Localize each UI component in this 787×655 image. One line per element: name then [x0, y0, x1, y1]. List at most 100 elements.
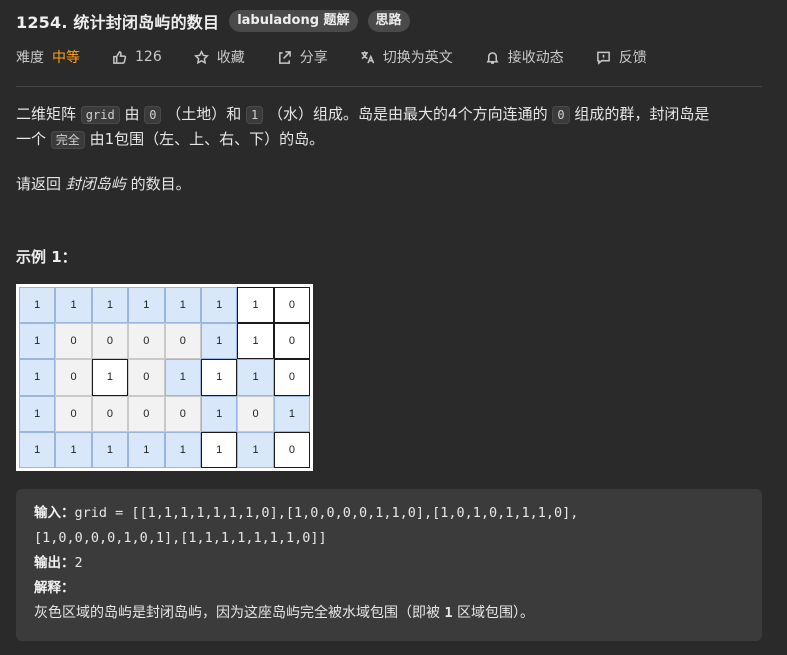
grid-cell: 1 [19, 431, 56, 468]
grid-cell: 1 [237, 287, 274, 324]
example-grid-image: 1111111010000110101011101000010111111110 [16, 284, 313, 471]
tag-hint[interactable]: 思路 [367, 10, 410, 32]
grid-cell: 1 [91, 359, 129, 396]
explain-text-b: 区域包围）。 [452, 605, 535, 621]
output-line: 输出：2 [34, 551, 744, 576]
grid-cell: 1 [237, 323, 274, 360]
favorite-label: 收藏 [216, 50, 245, 66]
grid-cell: 0 [164, 395, 201, 432]
feedback-button[interactable]: 反馈 [596, 47, 647, 67]
grid-cell: 1 [237, 359, 274, 396]
grid-cell: 0 [164, 323, 201, 360]
thumbs-up-icon [113, 50, 127, 64]
grid-cell: 1 [19, 359, 56, 396]
grid-cell: 1 [200, 323, 238, 360]
desc-text: （水）组成。岛是由最大的4个方向连通的 [263, 105, 553, 123]
share-button[interactable]: 分享 [277, 47, 328, 67]
feedback-icon [596, 51, 610, 65]
input-label: 输入： [34, 505, 75, 521]
switch-language-label: 切换为英文 [382, 50, 453, 66]
grid-cell: 0 [237, 395, 274, 432]
explain-label: 解释： [34, 580, 75, 596]
grid-cell: 1 [200, 359, 238, 396]
star-icon [193, 49, 209, 64]
desc-text: 组成的群，封闭岛是 [569, 105, 710, 123]
grid-cell: 0 [273, 431, 311, 468]
description-paragraph-2: 请返回 封闭岛屿 的数目。 [16, 172, 766, 196]
example-grid: 1111111010000110101011101000010111111110 [19, 287, 311, 468]
like-count: 126 [135, 49, 162, 65]
explain-line: 解释： [34, 576, 744, 601]
grid-cell: 1 [273, 395, 311, 432]
grid-cell: 1 [19, 287, 56, 324]
output-label: 输出： [34, 555, 75, 571]
favorite-button[interactable]: 收藏 [193, 47, 245, 67]
output-value: 2 [74, 555, 83, 571]
grid-cell: 0 [128, 359, 165, 396]
example-title: 示例 1： [16, 248, 77, 266]
grid-cell: 0 [91, 323, 129, 360]
emphasis-closed-island: 封闭岛屿 [65, 175, 126, 193]
desc-text: 一个 [16, 130, 51, 148]
desc-text: 由1包围（左、上、右、下）的岛。 [84, 130, 325, 148]
grid-cell: 1 [164, 359, 201, 396]
bell-icon [486, 51, 499, 64]
switch-language-button[interactable]: 切换为英文 [360, 47, 453, 67]
grid-cell: 0 [55, 395, 92, 432]
grid-cell: 1 [19, 395, 56, 432]
grid-cell: 1 [200, 287, 238, 324]
meta-row: 难度 中等 126 收藏 分享 切换为英文 接收动态 反馈 [16, 45, 647, 69]
problem-description: 二维矩阵 grid 由 0 （土地）和 1 （水）组成。岛是由最大的4个方向连通… [16, 102, 766, 196]
grid-cell: 0 [91, 395, 129, 432]
grid-cell: 0 [128, 323, 165, 360]
code-one: 1 [246, 106, 264, 124]
code-grid: grid [80, 106, 120, 124]
difficulty-value: 中等 [52, 50, 80, 66]
grid-cell: 1 [200, 431, 238, 468]
tag-labuladong[interactable]: labuladong 题解 [229, 10, 358, 32]
grid-cell: 0 [55, 359, 92, 396]
description-paragraph-1: 二维矩阵 grid 由 0 （土地）和 1 （水）组成。岛是由最大的4个方向连通… [16, 102, 766, 152]
grid-cell: 0 [273, 359, 311, 396]
grid-cell: 0 [273, 287, 311, 324]
explain-code: 1 [444, 605, 453, 621]
follow-label: 接收动态 [507, 50, 564, 66]
grid-cell: 0 [128, 395, 165, 432]
grid-cell: 0 [273, 323, 311, 360]
grid-cell: 1 [19, 323, 56, 360]
like-button[interactable]: 126 [112, 49, 162, 65]
grid-cell: 1 [55, 287, 92, 324]
grid-cell: 1 [91, 287, 129, 324]
code-zero-2: 0 [552, 106, 570, 124]
grid-cell: 1 [237, 431, 274, 468]
input-line: 输入：grid = [[1,1,1,1,1,1,1,0],[1,0,0,0,0,… [34, 501, 744, 526]
example-code-block: 输入：grid = [[1,1,1,1,1,1,1,0],[1,0,0,0,0,… [16, 489, 762, 641]
desc-text: 的数目。 [125, 175, 191, 193]
code-zero: 0 [144, 106, 162, 124]
follow-button[interactable]: 接收动态 [485, 47, 564, 67]
grid-cell: 1 [91, 431, 129, 468]
desc-text: 请返回 [16, 175, 66, 193]
code-full: 完全 [50, 131, 85, 149]
input-value-2: [1,0,0,0,0,1,0,1],[1,1,1,1,1,1,1,0]] [34, 530, 327, 546]
desc-text: 二维矩阵 [16, 105, 81, 123]
desc-text: 由 [119, 105, 145, 123]
grid-cell: 1 [128, 287, 165, 324]
translate-icon [361, 50, 375, 63]
grid-cell: 1 [164, 431, 201, 468]
divider [16, 86, 762, 87]
title-row: 1254. 统计封闭岛屿的数目 labuladong 题解 思路 [16, 8, 410, 34]
share-label: 分享 [299, 50, 328, 66]
desc-text: （土地）和 [161, 105, 247, 123]
grid-cell: 1 [200, 395, 238, 432]
explain-text-a: 灰色区域的岛屿是封闭岛屿，因为这座岛屿完全被水域包围（即被 [34, 605, 445, 621]
difficulty-label: 难度 [16, 50, 44, 66]
feedback-label: 反馈 [618, 50, 647, 66]
share-icon [278, 50, 291, 64]
explain-text: 灰色区域的岛屿是封闭岛屿，因为这座岛屿完全被水域包围（即被 1 区域包围）。 [34, 601, 744, 626]
grid-cell: 1 [128, 431, 165, 468]
grid-cell: 0 [55, 323, 92, 360]
grid-cell: 1 [164, 287, 201, 324]
problem-title: 1254. 统计封闭岛屿的数目 [16, 13, 220, 32]
grid-cell: 1 [55, 431, 92, 468]
